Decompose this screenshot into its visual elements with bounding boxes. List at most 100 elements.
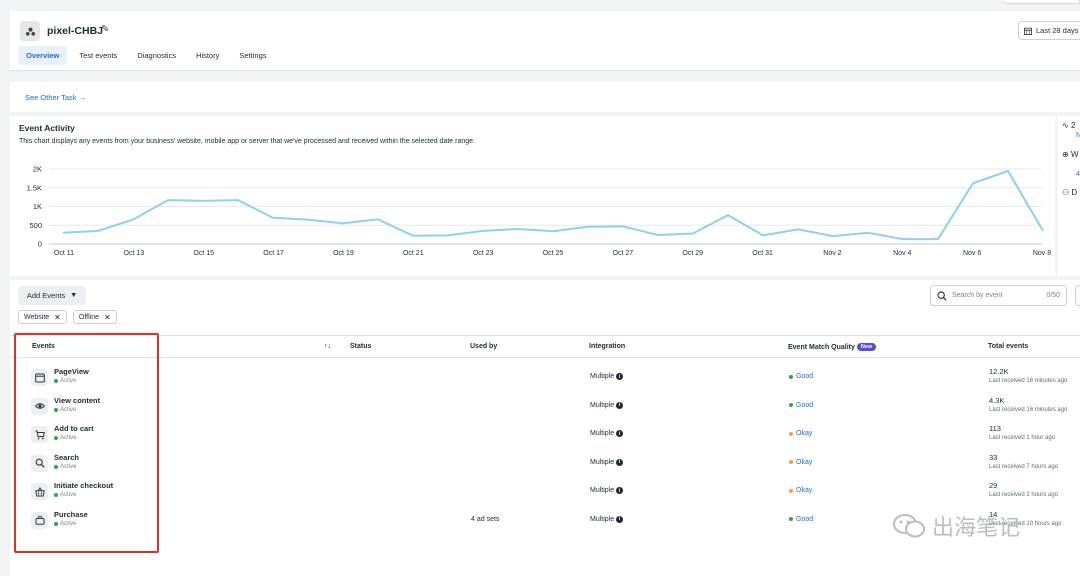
col-integration[interactable]: Integration <box>589 343 625 350</box>
total-events-count: 12.2K <box>989 367 1009 376</box>
quality-value[interactable]: Good <box>789 373 813 380</box>
pixel-header: pixel-CHBJ ✎ Overview Test events Diagno… <box>10 11 1080 71</box>
wechat-icon <box>893 514 925 538</box>
caret-down-icon: ▼ <box>70 292 78 299</box>
table-header: Events ↑↓ Status Used by Integration Eve… <box>10 335 1080 358</box>
integration-value: Multiple i <box>590 401 624 409</box>
quality-dot <box>789 460 793 464</box>
col-used-by[interactable]: Used by <box>470 343 497 350</box>
used-by-value[interactable]: 4 ad sets <box>471 516 499 523</box>
table-row[interactable]: Search Active Multiple i Okay 33 Last received… <box>10 450 1080 478</box>
info-icon[interactable]: i <box>616 373 624 380</box>
table-row[interactable]: Add to cart Active Multiple i Okay 113 Last re… <box>10 421 1080 449</box>
info-icon[interactable]: i <box>616 430 624 437</box>
y-tick-label: 0 <box>38 240 42 249</box>
x-tick-label: Oct 17 <box>263 250 284 257</box>
close-icon[interactable]: ✕ <box>104 313 111 322</box>
quality-value[interactable]: Okay <box>789 487 812 494</box>
tab-test-events[interactable]: Test events <box>71 46 125 65</box>
x-tick-label: Oct 21 <box>403 250 424 257</box>
tab-diagnostics[interactable]: Diagnostics <box>129 46 184 65</box>
side-row-3: ⚇ D <box>1062 188 1078 197</box>
tab-history[interactable]: History <box>188 46 227 65</box>
x-tick-label: Oct 15 <box>193 250 214 257</box>
total-events-count: 113 <box>989 424 1001 433</box>
total-events-count: 4.3K <box>989 395 1005 405</box>
x-tick-label: Nov 8 <box>1033 250 1051 257</box>
x-tick-label: Oct 13 <box>124 250 145 257</box>
integration-value: Multiple i <box>590 515 624 523</box>
total-events-count: 29 <box>989 481 998 490</box>
x-tick-label: Oct 23 <box>473 250 494 257</box>
integration-value: Multiple i <box>590 487 624 494</box>
filter-chips: Website ✕ Offline ✕ <box>18 310 117 324</box>
tab-settings[interactable]: Settings <box>231 46 274 65</box>
side-summary-panel: ∿ 2 N ⊕ W 4 ⚇ D <box>1058 116 1080 276</box>
total-events-count: 33 <box>989 452 998 462</box>
last-received: Last received 16 minutes ago <box>989 406 1068 413</box>
watermark: 出海笔记 <box>892 510 1020 542</box>
col-total-events[interactable]: Total events <box>988 343 1028 350</box>
search-icon <box>937 290 947 301</box>
sort-icon[interactable]: ↑↓ <box>324 343 331 350</box>
event-activity-chart: 2K 1.5K 1K 500 0 Oct 11 Oct 13 Oct 15 Oct 17 Oct … <box>27 165 1052 258</box>
quality-value[interactable]: Okay <box>789 459 812 466</box>
integration-value: Multiple i <box>590 373 624 380</box>
info-icon[interactable]: i <box>616 487 624 494</box>
x-tick-label: Oct 19 <box>333 250 354 257</box>
integration-value: Multiple i <box>590 458 624 466</box>
filter-chip-website[interactable]: Website ✕ <box>18 310 67 324</box>
tasks-panel: See Other Task → <box>10 82 1080 112</box>
calendar-icon <box>1024 27 1032 35</box>
col-status[interactable]: Status <box>350 343 371 350</box>
x-tick-label: Oct 11 <box>54 250 74 257</box>
last-received: Last received 2 hours ago <box>989 492 1059 498</box>
quality-dot <box>789 488 793 493</box>
side-row-1-sub[interactable]: N <box>1076 132 1080 139</box>
add-events-label: Add Events <box>26 291 66 300</box>
info-icon[interactable]: i <box>616 458 624 466</box>
quality-value[interactable]: Okay <box>789 430 812 437</box>
date-range-button[interactable]: Last 28 days <box>1018 21 1080 40</box>
x-tick-label: Nov 6 <box>963 250 981 257</box>
quality-value[interactable]: Good <box>789 516 813 523</box>
x-tick-label: Nov 2 <box>823 250 841 257</box>
highlight-box <box>14 333 159 553</box>
add-events-button[interactable]: Add Events ▼ <box>18 286 86 305</box>
see-other-task-link[interactable]: See Other Task → <box>25 93 86 102</box>
info-icon[interactable]: i <box>616 515 624 523</box>
table-row[interactable]: PageView Active Multiple i Good 12.2K Last rec… <box>10 364 1080 392</box>
date-range-label: Last 28 days <box>1036 26 1079 35</box>
users-icon: ⚇ <box>1062 188 1070 197</box>
side-row-2: ⊕ W <box>1062 150 1079 159</box>
tab-overview[interactable]: Overview <box>18 46 68 65</box>
search-placeholder: Search by event <box>952 292 1003 299</box>
top-chip[interactable] <box>1002 0 1080 4</box>
pixel-icon <box>20 21 40 41</box>
top-strip <box>0 0 1080 11</box>
edit-pencil-icon[interactable]: ✎ <box>101 24 109 35</box>
integration-value: Multiple i <box>590 430 624 437</box>
filter-chip-offline[interactable]: Offline ✕ <box>72 310 117 324</box>
globe-icon: ⊕ <box>1062 150 1069 159</box>
table-row[interactable]: View content Active Multiple i Good 4.3K Last … <box>10 393 1080 421</box>
table-row[interactable]: Initiate checkout Active Multiple i Okay 29 La… <box>10 478 1080 506</box>
more-options-button[interactable] <box>1075 285 1080 306</box>
x-tick-label: Oct 31 <box>752 250 773 257</box>
col-event-match-quality[interactable]: Event Match Quality New <box>788 343 877 351</box>
quality-dot <box>789 517 793 521</box>
quality-value[interactable]: Good <box>789 402 813 409</box>
search-input[interactable]: Search by event 0/50 <box>930 285 1067 306</box>
watermark-text: 出海笔记 <box>932 515 1021 540</box>
pixel-name: pixel-CHBJ <box>47 25 104 37</box>
close-icon[interactable]: ✕ <box>54 313 61 322</box>
event-activity-card: Event Activity This chart displays any e… <box>10 116 1055 276</box>
activity-pulse-icon: ∿ <box>1062 121 1069 130</box>
y-tick-label: 2K <box>33 165 42 174</box>
last-received: Last received 16 minutes ago <box>989 378 1068 384</box>
info-icon[interactable]: i <box>616 401 624 409</box>
y-tick-label: 1K <box>33 202 42 211</box>
quality-dot <box>789 403 793 407</box>
side-row-2-sub[interactable]: 4 <box>1076 171 1080 178</box>
last-received: Last received 1 hour ago <box>989 435 1056 441</box>
